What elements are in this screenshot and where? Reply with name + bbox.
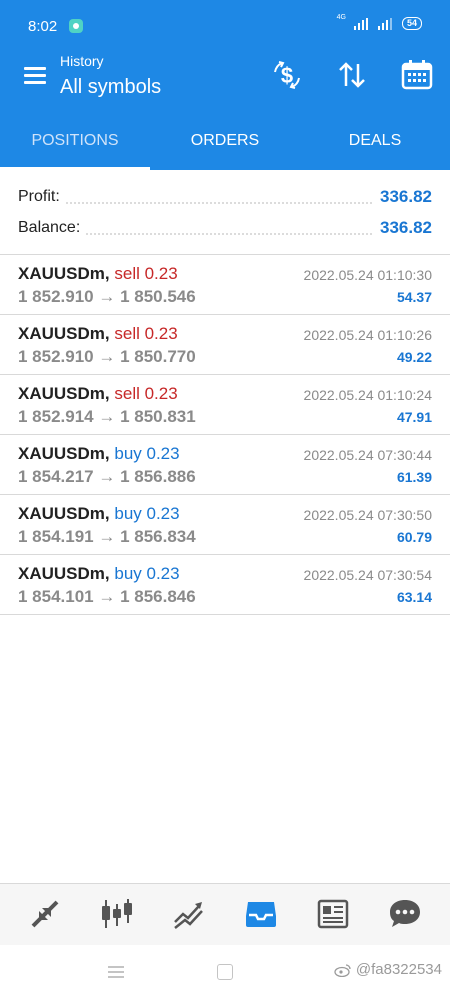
app-header: 8:02 4G 54 History All symbols $ POSITIO… [0,0,450,170]
appbar-subtitle: History [60,53,104,69]
deal-type: sell 0.23 [114,384,178,403]
bottom-navigation [0,883,450,946]
calendar-icon[interactable] [400,58,434,92]
deal-profit: 49.22 [396,349,432,365]
deal-type: buy 0.23 [114,504,180,523]
deal-type: sell 0.23 [114,264,178,283]
deals-list: XAUUSDm, sell 0.23 1 852.910 → 1 850.546… [0,255,450,615]
deal-symbol: XAUUSDm, [18,384,110,403]
deal-profit: 60.79 [396,529,432,545]
chart-candles-icon[interactable] [99,896,135,932]
deal-prices: 1 852.910 → 1 850.546 [18,287,196,306]
deal-row[interactable]: XAUUSDm, sell 0.23 1 852.910 → 1 850.546… [0,255,450,315]
deal-row[interactable]: XAUUSDm, buy 0.23 1 854.217 → 1 856.886 … [0,435,450,495]
profit-value: 336.82 [374,187,432,207]
summary-panel: Profit: 336.82 Balance: 336.82 [0,170,450,255]
deal-profit: 63.14 [396,589,432,605]
balance-label: Balance: [18,219,87,237]
tab-deals[interactable]: DEALS [300,108,450,170]
tab-orders[interactable]: ORDERS [150,108,300,170]
dotted-leader [18,202,432,204]
deal-row[interactable]: XAUUSDm, buy 0.23 1 854.101 → 1 856.846 … [0,555,450,615]
watermark: @fa8322534 [334,961,442,978]
deal-profit: 54.37 [396,289,432,305]
home-icon[interactable] [217,964,233,980]
sort-icon[interactable] [335,58,369,92]
news-icon[interactable] [315,896,351,932]
deal-row[interactable]: XAUUSDm, buy 0.23 1 854.191 → 1 856.834 … [0,495,450,555]
deal-prices: 1 854.101 → 1 856.846 [18,587,196,606]
deal-symbol: XAUUSDm, [18,324,110,343]
currency-filter-icon[interactable]: $ [270,58,304,92]
system-navigation-bar: @fa8322534 [0,945,450,1000]
deal-prices: 1 852.910 → 1 850.770 [18,347,196,366]
deal-prices: 1 854.191 → 1 856.834 [18,527,196,546]
deal-profit: 47.91 [396,409,432,425]
profit-label: Profit: [18,188,66,206]
app-bar: History All symbols $ [0,40,450,108]
watermark-text: @fa8322534 [355,961,442,978]
battery-icon: 54 [401,17,422,30]
deal-time: 2022.05.24 07:30:50 [303,507,432,523]
signal-icon-2 [377,17,392,30]
deal-header: XAUUSDm, sell 0.23 [18,324,178,344]
appbar-title[interactable]: All symbols [60,76,161,99]
deal-header: XAUUSDm, buy 0.23 [18,564,180,584]
deal-type: buy 0.23 [114,564,180,583]
balance-value: 336.82 [374,218,432,238]
quotes-icon[interactable] [27,896,63,932]
chat-notification-icon [69,19,83,33]
deal-row[interactable]: XAUUSDm, sell 0.23 1 852.914 → 1 850.831… [0,375,450,435]
chat-icon[interactable] [387,896,423,932]
deal-prices: 1 854.217 → 1 856.886 [18,467,196,486]
history-inbox-icon[interactable] [243,896,279,932]
tab-positions[interactable]: POSITIONS [0,108,150,170]
trade-icon[interactable] [171,896,207,932]
deal-time: 2022.05.24 01:10:30 [303,267,432,283]
balance-row: Balance: 336.82 [18,213,432,243]
deal-symbol: XAUUSDm, [18,444,110,463]
deal-header: XAUUSDm, sell 0.23 [18,264,178,284]
status-bar: 8:02 4G 54 [0,0,450,40]
deal-prices: 1 852.914 → 1 850.831 [18,407,196,426]
recent-apps-icon[interactable] [108,966,124,978]
network-type-label: 4G [336,14,346,21]
weibo-logo-icon [334,963,351,977]
deal-header: XAUUSDm, sell 0.23 [18,384,178,404]
deal-time: 2022.05.24 07:30:44 [303,447,432,463]
deal-time: 2022.05.24 07:30:54 [303,567,432,583]
status-indicators: 4G 54 [336,14,422,30]
signal-icon [353,17,368,30]
deal-time: 2022.05.24 01:10:24 [303,387,432,403]
deal-header: XAUUSDm, buy 0.23 [18,444,180,464]
status-time: 8:02 [28,18,58,35]
deal-symbol: XAUUSDm, [18,564,110,583]
tab-bar: POSITIONS ORDERS DEALS [0,108,450,170]
deal-profit: 61.39 [396,469,432,485]
deal-row[interactable]: XAUUSDm, sell 0.23 1 852.910 → 1 850.770… [0,315,450,375]
deal-header: XAUUSDm, buy 0.23 [18,504,180,524]
deal-time: 2022.05.24 01:10:26 [303,327,432,343]
deal-type: buy 0.23 [114,444,180,463]
profit-row: Profit: 336.82 [18,182,432,212]
deal-symbol: XAUUSDm, [18,504,110,523]
menu-icon[interactable] [24,67,46,84]
deal-symbol: XAUUSDm, [18,264,110,283]
deal-type: sell 0.23 [114,324,178,343]
